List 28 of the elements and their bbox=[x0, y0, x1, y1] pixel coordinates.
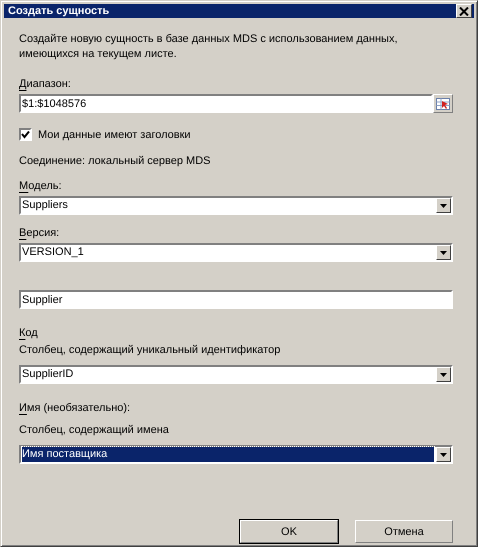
code-label: Код bbox=[19, 326, 38, 340]
code-hint: Столбец, содержащий уникальный идентификатор bbox=[19, 343, 280, 357]
entity-name-field[interactable]: Supplier bbox=[19, 290, 453, 309]
close-icon bbox=[459, 6, 469, 16]
window-title: Создать сущность bbox=[8, 5, 110, 17]
range-label: Диапазон: bbox=[19, 77, 71, 91]
name-dropdown[interactable]: Имя поставщика bbox=[19, 445, 453, 464]
connection-text: Соединение: локальный сервер MDS bbox=[19, 154, 210, 168]
range-field[interactable]: $1:$1048576 bbox=[19, 94, 433, 113]
headers-checkbox[interactable] bbox=[19, 128, 32, 141]
name-label: Имя (необязательно): bbox=[19, 401, 130, 415]
table-select-icon bbox=[436, 98, 450, 110]
version-label: Версия: bbox=[19, 226, 60, 240]
cancel-button[interactable]: Отмена bbox=[355, 520, 453, 543]
name-hint: Столбец, содержащий имена bbox=[19, 423, 169, 437]
dropdown-arrow-icon bbox=[440, 250, 447, 254]
code-dropdown[interactable]: SupplierID bbox=[19, 365, 453, 384]
model-dropdown[interactable]: Suppliers bbox=[19, 196, 453, 215]
dropdown-arrow-icon bbox=[440, 204, 447, 208]
dropdown-arrow-icon bbox=[440, 452, 447, 456]
version-dropdown[interactable]: VERSION_1 bbox=[19, 243, 453, 262]
close-button[interactable] bbox=[456, 4, 472, 18]
range-picker-button[interactable] bbox=[433, 94, 453, 113]
checkbox-label: Мои данные имеют заголовки bbox=[38, 128, 191, 140]
description-text: Создайте новую сущность в базе данных MDS с использованием данных, имеющихся на текущем листе. bbox=[19, 32, 399, 62]
model-label: Модель: bbox=[19, 179, 62, 193]
dropdown-arrow-icon bbox=[440, 372, 447, 376]
ok-button[interactable]: OK bbox=[240, 520, 338, 543]
